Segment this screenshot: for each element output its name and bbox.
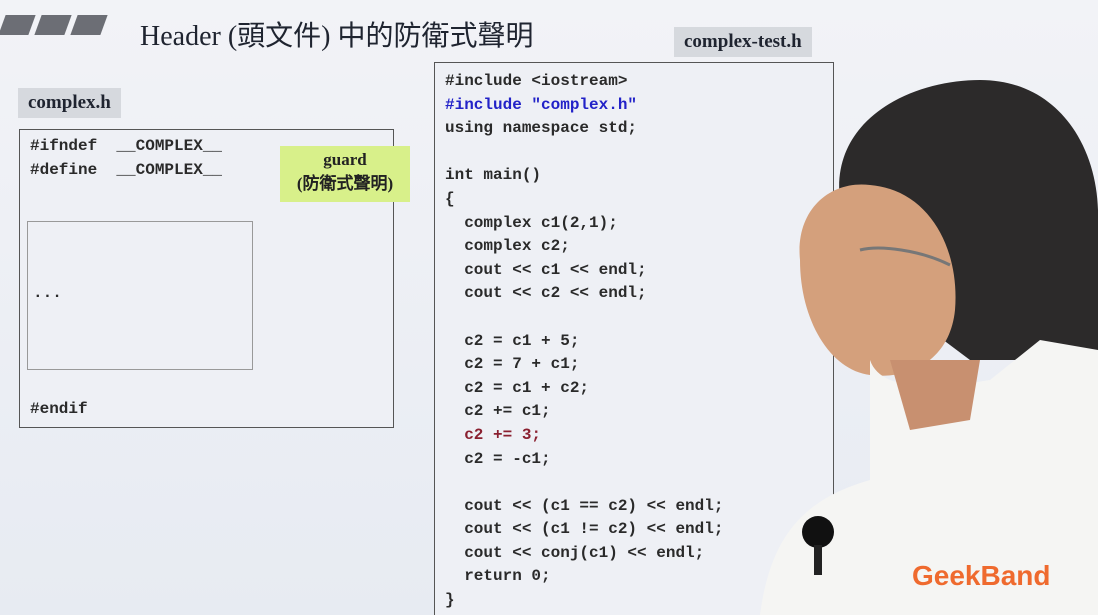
slide-title: Header (頭文件) 中的防衛式聲明: [140, 21, 534, 52]
complex-h-tag: complex.h: [18, 88, 121, 118]
geekband-logo: GeekBand: [912, 560, 1051, 591]
code-line: {: [445, 189, 455, 208]
body-placeholder: ...: [27, 221, 253, 370]
code-line: using namespace std;: [445, 119, 638, 138]
video-frame: Header (頭文件) 中的防衛式聲明 complex.h #ifndef _…: [0, 0, 1098, 615]
complex-test-tag: complex-test.h: [674, 27, 812, 57]
code-line: #include "complex.h": [445, 95, 638, 114]
code-line: #include <iostream>: [445, 72, 628, 90]
code-line: c2 += 3;: [445, 425, 542, 444]
code-line: cout << c2 << endl;: [445, 284, 647, 303]
code-line: c2 += c1;: [445, 402, 551, 421]
code-line: complex c1(2,1);: [445, 213, 618, 232]
code-listing: #include <iostream> #include "complex.h" u…: [445, 70, 723, 613]
presenter: [760, 80, 1098, 615]
code-line: }: [445, 591, 455, 610]
code-line: cout << (c1 == c2) << endl;: [445, 496, 724, 515]
code-line: cout << conj(c1) << endl;: [445, 543, 705, 562]
define-line: #define __COMPLEX__: [30, 161, 223, 179]
code-line: c2 = -c1;: [445, 449, 551, 468]
slide-decoration: [0, 15, 108, 35]
ellipsis: ...: [33, 284, 62, 302]
guard-sublabel: (防衛式聲明): [296, 174, 394, 193]
endif-line: #endif: [30, 400, 88, 418]
code-line: cout << c1 << endl;: [445, 260, 647, 279]
code-line: c2 = c1 + c2;: [445, 378, 590, 397]
guard-note: guard (防衛式聲明): [280, 146, 410, 202]
code-line: complex c2;: [445, 237, 570, 256]
code-line: return 0;: [445, 567, 551, 586]
ifndef-line: #ifndef __COMPLEX__: [30, 137, 223, 155]
code-line: cout << (c1 != c2) << endl;: [445, 520, 724, 539]
guard-label: guard: [323, 150, 367, 169]
code-line: int main(): [445, 166, 542, 185]
code-line: c2 = 7 + c1;: [445, 355, 580, 374]
code-line: c2 = c1 + 5;: [445, 331, 580, 350]
